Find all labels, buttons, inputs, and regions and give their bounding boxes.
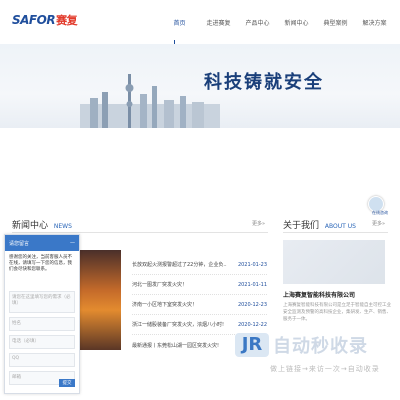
nav-about[interactable]: 走进赛复 xyxy=(199,18,238,27)
about-more-link[interactable]: 更多» xyxy=(372,220,385,227)
watermark: JR 自动秒收录 xyxy=(235,332,368,358)
news-divider xyxy=(12,232,268,233)
logo-cn: 赛复 xyxy=(56,14,78,27)
online-consult-label[interactable]: 在线咨询 xyxy=(372,210,388,216)
news-more-link[interactable]: 更多» xyxy=(252,220,265,227)
news-feature-image[interactable] xyxy=(78,250,121,350)
news-item-date: 2021-01-23 xyxy=(237,261,267,268)
chat-panel-message: 感谢您的关注，当前客服人员不在线，请填写一下您的信息，我们会尽快和您联系。 xyxy=(9,255,72,272)
site-header: SAFOR赛复 首页 走进赛复 产品中心 新闻中心 典型案例 解决方案 xyxy=(0,0,400,46)
chat-panel-title: 请您留言 xyxy=(9,240,30,247)
news-title-cn: 新闻中心 xyxy=(12,221,49,231)
minimize-icon[interactable]: — xyxy=(70,240,75,246)
name-input[interactable]: 姓名 xyxy=(9,317,75,331)
nav-home[interactable]: 首页 xyxy=(160,18,199,27)
leave-message-panel: 请您留言 — 感谢您的关注，当前客服人员不在线，请填写一下您的信息，我们会尽快和… xyxy=(4,234,80,394)
chat-panel-header: 请您留言 — xyxy=(5,235,79,251)
demand-textarea[interactable]: 请您在这里填写您的需求（必填） xyxy=(9,291,75,313)
message-form: 请您在这里填写您的需求（必填） 姓名 电话（必填） QQ 邮箱 xyxy=(9,291,77,389)
news-item-date: 2021-01-11 xyxy=(237,281,267,288)
nav-cases[interactable]: 典型案例 xyxy=(316,18,355,27)
about-title-en: ABOUT US xyxy=(324,223,356,230)
watermark-text: 自动秒收录 xyxy=(273,336,368,357)
news-item[interactable]: 河北一图发厂突发火灾！ 2021-01-11 xyxy=(132,275,267,295)
news-item[interactable]: 长放双起火测报警超过了22分钟，企业负... 2021-01-23 xyxy=(132,255,267,275)
about-image xyxy=(283,240,385,284)
news-item-title[interactable]: 河北一图发厂突发火灾！ xyxy=(132,281,227,288)
phone-input[interactable]: 电话（必填） xyxy=(9,335,75,349)
company-description: 上海赛复智能科技有限公司是立足于智能自主可控工业安全监测及预警的高科技企业，集研… xyxy=(283,303,391,322)
news-item-title[interactable]: 长放双起火测报警超过了22分钟，企业负... xyxy=(132,261,227,268)
news-item-title[interactable]: 最新通报丨东莞松山湖一园区突发火灾! xyxy=(132,342,227,349)
hero-banner: 科技铸就安全 xyxy=(0,44,400,128)
company-name: 上海赛复智能科技有限公司 xyxy=(283,292,356,299)
nav-news[interactable]: 新闻中心 xyxy=(277,18,316,27)
about-divider xyxy=(283,232,388,233)
main-nav: 首页 走进赛复 产品中心 新闻中心 典型案例 解决方案 xyxy=(160,18,394,27)
news-item[interactable]: 济南一小区地下室突发火灾！ 2020-12-23 xyxy=(132,295,267,315)
news-item-title[interactable]: 浙江一储股装备厂突发火灾，浓烟八小时! xyxy=(132,321,227,328)
submit-button[interactable]: 提交 xyxy=(59,379,75,387)
about-title-cn: 关于我们 xyxy=(283,221,320,231)
city-skyline-image xyxy=(80,74,220,128)
watermark-subtext: 做上链接→来访一次→自动收录 xyxy=(270,365,380,373)
nav-products[interactable]: 产品中心 xyxy=(238,18,277,27)
logo-en: SAFOR xyxy=(12,13,56,27)
news-item-title[interactable]: 济南一小区地下室突发火灾！ xyxy=(132,301,227,308)
site-logo[interactable]: SAFOR赛复 xyxy=(12,12,78,28)
about-section-title: 关于我们 ABOUT US xyxy=(283,218,356,231)
watermark-logo: JR xyxy=(235,333,269,357)
banner-slogan: 科技铸就安全 xyxy=(204,72,324,93)
news-item-date: 2020-12-22 xyxy=(237,321,267,328)
page: SAFOR赛复 首页 走进赛复 产品中心 新闻中心 典型案例 解决方案 科技铸就… xyxy=(0,0,400,400)
nav-solutions[interactable]: 解决方案 xyxy=(355,18,394,27)
news-section-title: 新闻中心 NEWS xyxy=(12,218,72,231)
news-item-date: 2020-12-23 xyxy=(237,301,267,308)
qq-input[interactable]: QQ xyxy=(9,353,75,367)
news-title-en: NEWS xyxy=(53,223,72,230)
